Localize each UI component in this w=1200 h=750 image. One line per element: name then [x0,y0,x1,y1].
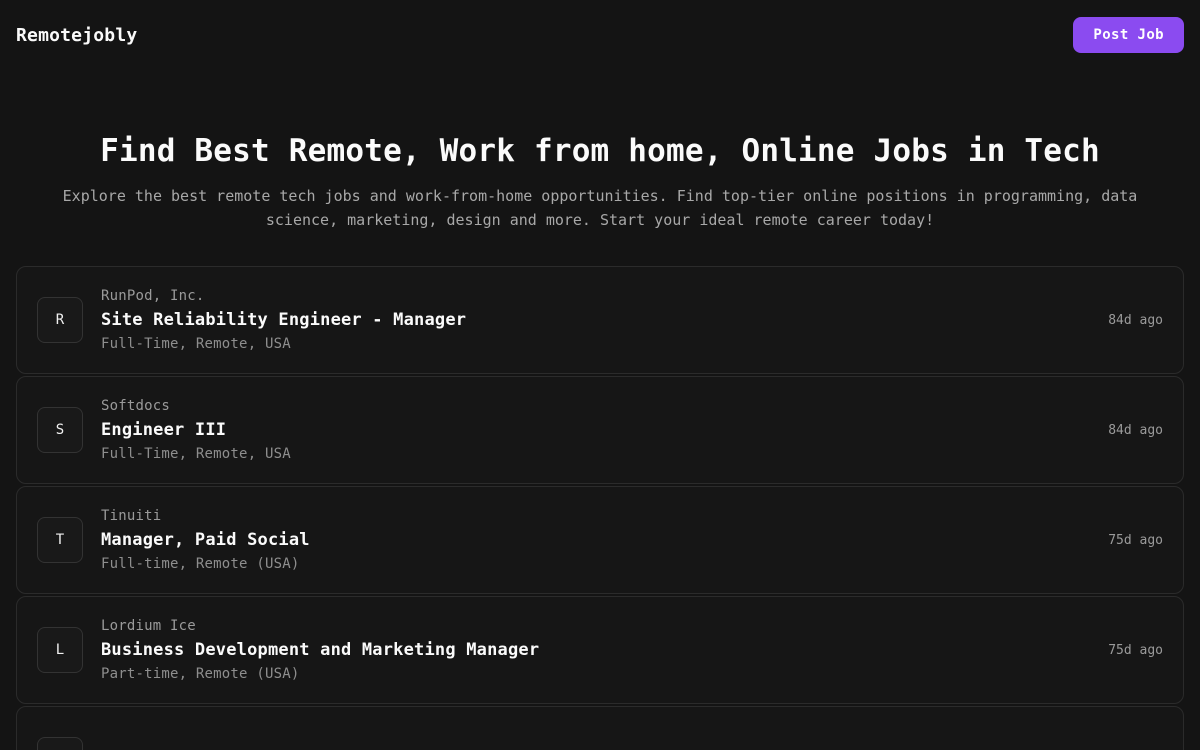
company-avatar: T [37,517,83,564]
job-posted-age: 84d ago [1108,312,1163,328]
company-avatar [37,737,83,750]
site-header: Remotejobly Post Job [0,0,1200,70]
job-info: Tinuiti Manager, Paid Social Full-time, … [101,506,1076,576]
hero-section: Find Best Remote, Work from home, Online… [0,70,1200,232]
job-title[interactable]: Manager, Paid Social [101,527,1076,555]
company-name: Softdocs [101,397,171,414]
company-name: Tinuiti [101,507,162,524]
job-posted-age: 84d ago [1108,422,1163,438]
job-meta: Full-Time, Remote, USA [101,446,291,463]
job-info: RunPod, Inc. Site Reliability Engineer -… [101,286,1076,356]
job-card[interactable]: R RunPod, Inc. Site Reliability Engineer… [16,266,1184,375]
page-subtitle: Explore the best remote tech jobs and wo… [62,186,1138,229]
company-avatar: L [37,627,83,674]
job-title[interactable]: Engineer III [101,417,1076,445]
company-avatar: R [37,297,83,344]
job-card[interactable]: T Tinuiti Manager, Paid Social Full-time… [16,486,1184,595]
job-meta: Part-time, Remote (USA) [101,666,300,683]
job-posted-age: 75d ago [1108,642,1163,658]
job-info: Softdocs Engineer III Full-Time, Remote,… [101,396,1076,466]
job-card[interactable] [16,706,1184,750]
post-job-button[interactable]: Post Job [1073,17,1184,53]
job-meta: Full-time, Remote (USA) [101,556,300,573]
page-title: Find Best Remote, Work from home, Online… [100,133,1100,169]
job-card[interactable]: L Lordium Ice Business Development and M… [16,596,1184,705]
company-avatar: S [37,407,83,454]
job-list: R RunPod, Inc. Site Reliability Engineer… [0,266,1200,750]
brand-logo[interactable]: Remotejobly [16,25,137,46]
job-info: Lordium Ice Business Development and Mar… [101,616,1076,686]
job-card[interactable]: S Softdocs Engineer III Full-Time, Remot… [16,376,1184,485]
company-name: RunPod, Inc. [101,287,205,304]
company-name: Lordium Ice [101,617,196,634]
job-posted-age: 75d ago [1108,532,1163,548]
job-meta: Full-Time, Remote, USA [101,336,291,353]
job-title[interactable]: Site Reliability Engineer - Manager [101,307,1076,335]
job-title[interactable]: Business Development and Marketing Manag… [101,637,1076,665]
